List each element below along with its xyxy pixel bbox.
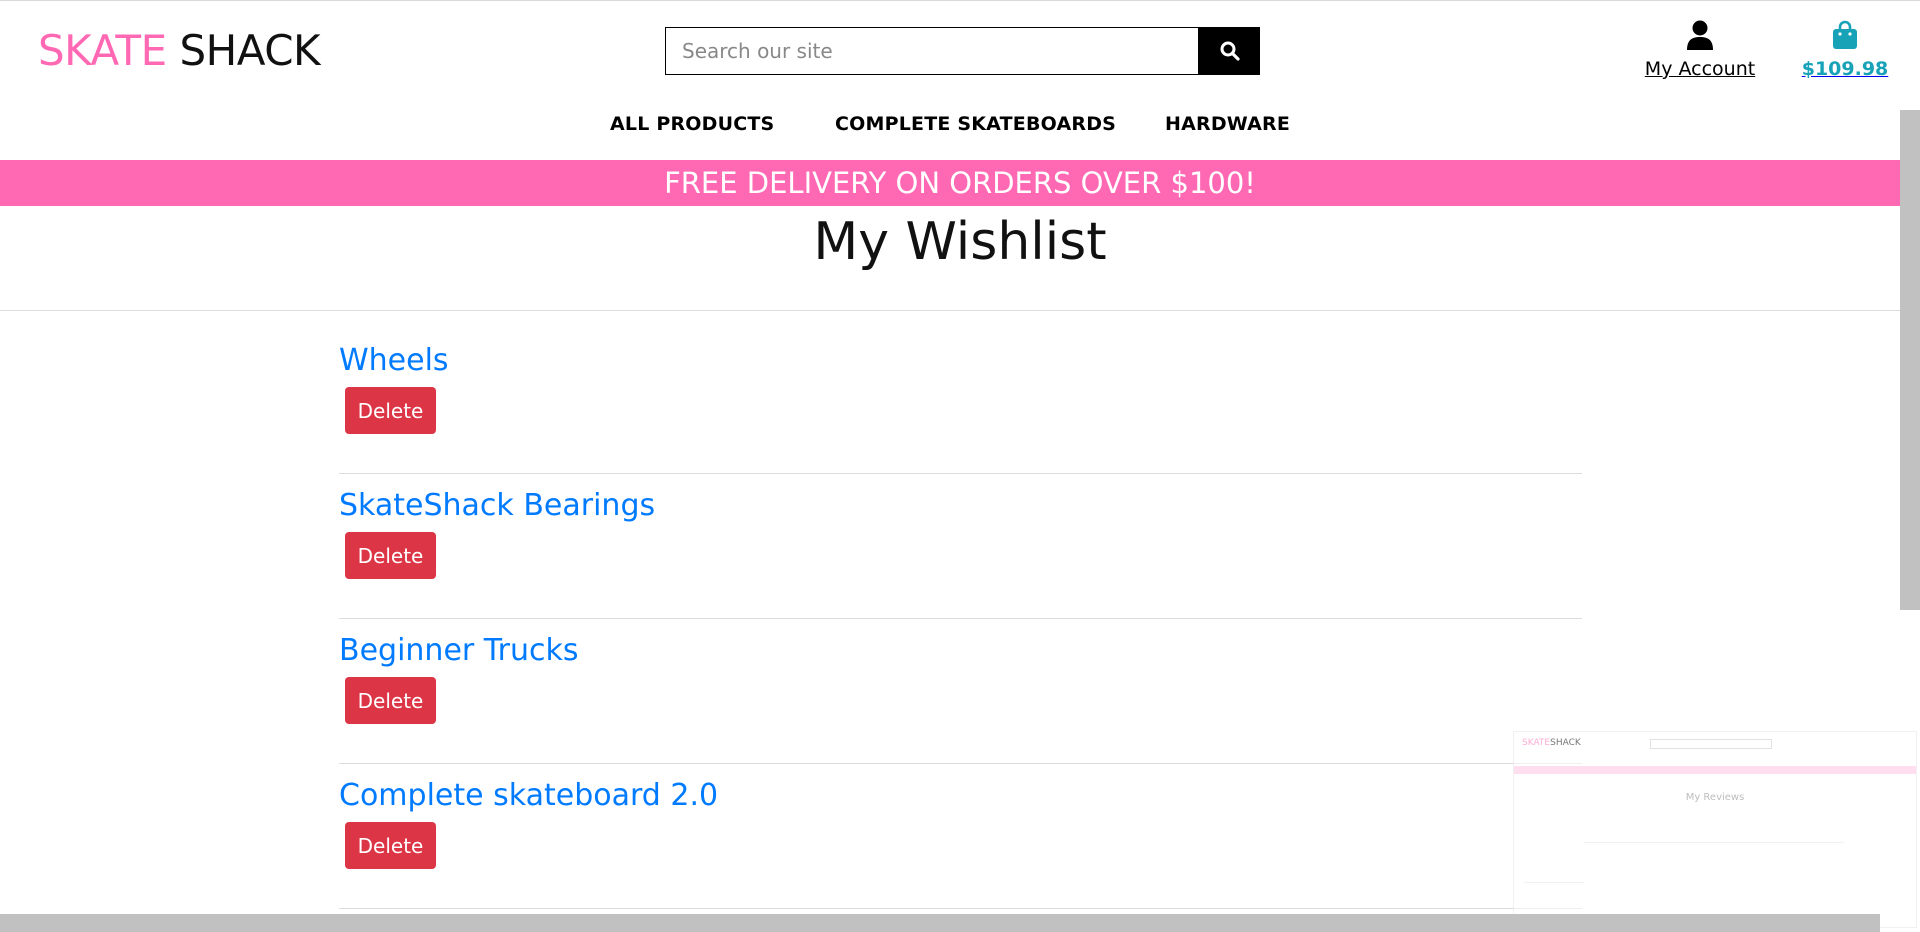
delivery-banner: FREE DELIVERY ON ORDERS OVER $100! <box>0 160 1920 206</box>
wishlist-item-link[interactable]: Beginner Trucks <box>339 632 579 670</box>
wishlist-item: SkateShack Bearings Delete <box>339 473 1582 619</box>
main-nav: ALL PRODUCTS COMPLETE SKATEBOARDS HARDWA… <box>0 113 1920 143</box>
wishlist-item-link[interactable]: SkateShack Bearings <box>339 487 655 525</box>
preview-logo-shack: SHACK <box>1550 738 1581 748</box>
preview-logo-skate: SKATE <box>1522 738 1551 748</box>
delete-button[interactable]: Delete <box>345 387 436 434</box>
nav-hardware[interactable]: HARDWARE <box>1165 113 1290 135</box>
magnifier-icon <box>1220 41 1240 61</box>
horizontal-scrollbar[interactable] <box>0 914 1880 932</box>
search-form <box>665 27 1260 75</box>
title-divider <box>0 310 1920 311</box>
wishlist-item: Wheels Delete <box>339 328 1582 474</box>
search-button[interactable] <box>1199 27 1260 75</box>
preview-divider <box>1584 842 1844 843</box>
delete-button[interactable]: Delete <box>345 532 436 579</box>
user-icon <box>1687 20 1713 50</box>
page-title: My Wishlist <box>813 212 1107 272</box>
delete-button[interactable]: Delete <box>345 677 436 724</box>
my-account-link[interactable]: My Account <box>1640 20 1760 80</box>
preview-divider <box>1524 882 1584 883</box>
cart-link[interactable]: $109.98 <box>1800 20 1890 80</box>
logo-shack: SHACK <box>179 26 321 75</box>
preview-logo: SKATESHACK <box>1522 738 1581 748</box>
page-preview-thumbnail[interactable]: SKATESHACK My Reviews <box>1513 731 1917 928</box>
nav-all-products[interactable]: ALL PRODUCTS <box>610 113 774 135</box>
shopping-bag-icon <box>1833 20 1857 49</box>
my-account-label: My Account <box>1644 58 1756 80</box>
site-logo[interactable]: SKATE SHACK <box>38 24 321 78</box>
delete-button[interactable]: Delete <box>345 822 436 869</box>
search-input[interactable] <box>665 27 1199 75</box>
wishlist-item-link[interactable]: Complete skateboard 2.0 <box>339 777 718 815</box>
preview-banner <box>1514 766 1916 774</box>
cart-total: $109.98 <box>1801 58 1889 80</box>
nav-complete-skateboards[interactable]: COMPLETE SKATEBOARDS <box>835 113 1116 135</box>
preview-title: My Reviews <box>1685 792 1745 803</box>
preview-search <box>1650 739 1772 749</box>
logo-skate: SKATE <box>38 26 167 75</box>
vertical-scrollbar[interactable] <box>1900 110 1920 610</box>
wishlist-item-link[interactable]: Wheels <box>339 342 449 380</box>
wishlist-item: Beginner Trucks Delete <box>339 618 1582 764</box>
wishlist-item: Complete skateboard 2.0 Delete <box>339 763 1582 909</box>
top-border <box>0 0 1920 1</box>
